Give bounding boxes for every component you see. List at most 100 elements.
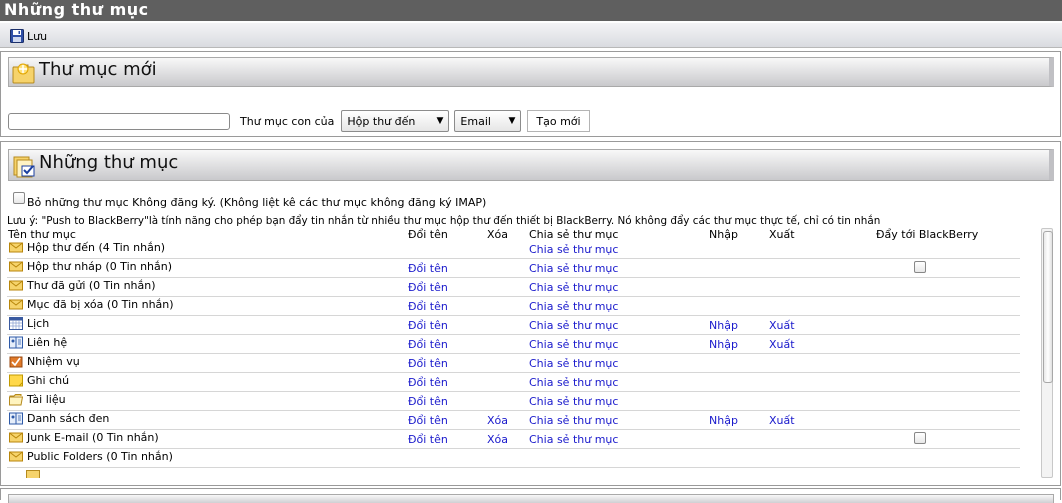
next-panel-header (8, 494, 1054, 503)
calendar-icon (9, 317, 23, 330)
table-row: Hộp thư đến (4 Tin nhắn) Chia sẻ thư mục (7, 240, 1020, 259)
folder-name-cell[interactable]: Ghi chú (9, 374, 69, 387)
rename-link[interactable]: Đổi tên (408, 357, 448, 370)
share-folder-link[interactable]: Chia sẻ thư mục (529, 376, 618, 389)
envelope-icon (9, 298, 23, 311)
rename-link[interactable]: Đổi tên (408, 262, 448, 275)
share-folder-link[interactable]: Chia sẻ thư mục (529, 395, 618, 408)
table-row: Public Folders (0 Tin nhắn) (7, 449, 1020, 468)
push-blackberry-checkbox[interactable] (914, 432, 926, 444)
envelope-icon (9, 450, 23, 463)
import-link[interactable]: Nhập (709, 338, 738, 351)
envelope-icon (9, 260, 23, 273)
rename-link[interactable]: Đổi tên (408, 338, 448, 351)
folder-name-cell[interactable]: Nhiệm vụ (9, 355, 80, 368)
folder-name-cell[interactable]: Danh sách đen (9, 412, 109, 425)
rename-link[interactable]: Đổi tên (408, 433, 448, 446)
share-folder-link[interactable]: Chia sẻ thư mục (529, 243, 618, 256)
folders-header: Những thư mục (8, 149, 1054, 181)
rename-link[interactable]: Đổi tên (408, 414, 448, 427)
share-folder-link[interactable]: Chia sẻ thư mục (529, 300, 618, 313)
new-folder-icon (12, 63, 35, 84)
folder-name: Thư đã gửi (0 Tin nhắn) (27, 279, 156, 292)
new-folder-header: Thư mục mới (8, 57, 1054, 87)
folder-name-cell[interactable]: Junk E-mail (0 Tin nhắn) (9, 431, 159, 444)
unsubscribed-label: Bỏ những thư mục Không đăng ký. (Không l… (27, 196, 487, 209)
parent-folder-label: Thư mục con của (240, 114, 335, 128)
folder-name: Hộp thư đến (4 Tin nhắn) (27, 241, 166, 254)
share-folder-link[interactable]: Chia sẻ thư mục (529, 262, 618, 275)
envelope-icon (9, 431, 23, 444)
import-link[interactable]: Nhập (709, 414, 738, 427)
folder-list-scrollbar[interactable] (1041, 228, 1053, 478)
delete-link[interactable]: Xóa (487, 433, 508, 446)
envelope-icon (9, 279, 23, 292)
scrollbar-thumb[interactable] (1043, 231, 1053, 383)
new-folder-form: Thư mục con của Hộp thư đến ▼ Email ▼ Tạ… (8, 110, 590, 132)
address-book-icon (9, 336, 23, 349)
folder-name-cell[interactable]: Thư đã gửi (0 Tin nhắn) (9, 279, 156, 292)
folder-name-cell[interactable]: Hộp thư nháp (0 Tin nhắn) (9, 260, 172, 273)
folder-name-cell[interactable]: Liên hệ (9, 336, 67, 349)
export-link[interactable]: Xuất (769, 414, 795, 427)
save-label: Lưu (27, 29, 48, 43)
share-folder-link[interactable]: Chia sẻ thư mục (529, 319, 618, 332)
table-row: Liên hệ Đổi tên Chia sẻ thư mục Nhập Xuất (7, 335, 1020, 354)
parent-folder-value: Hộp thư đến (347, 114, 416, 128)
folder-name-input[interactable] (8, 112, 230, 130)
floppy-disk-icon (10, 29, 24, 43)
rename-link[interactable]: Đổi tên (408, 376, 448, 389)
table-row: Danh sách đen Đổi tên Xóa Chia sẻ thư mục Nh… (7, 411, 1020, 430)
push-note: Lưu ý: "Push to BlackBerry"là tính năng … (7, 215, 881, 227)
table-row: Tài liệu Đổi tên Chia sẻ thư mục (7, 392, 1020, 411)
folder-name: Tài liệu (27, 393, 66, 406)
share-folder-link[interactable]: Chia sẻ thư mục (529, 433, 618, 446)
chevron-down-icon: ▼ (508, 116, 516, 126)
window-title: Những thư mục (0, 0, 1062, 21)
push-blackberry-checkbox[interactable] (914, 261, 926, 273)
rename-link[interactable]: Đổi tên (408, 281, 448, 294)
folder-name: Liên hệ (27, 336, 68, 349)
folders-icon (13, 156, 35, 178)
import-link[interactable]: Nhập (709, 319, 738, 332)
folder-icon (26, 470, 40, 478)
rename-link[interactable]: Đổi tên (408, 319, 448, 332)
folder-name-cell[interactable]: Lịch (9, 317, 49, 330)
folder-icon (9, 393, 23, 406)
save-button[interactable]: Lưu (10, 28, 47, 44)
share-folder-link[interactable]: Chia sẻ thư mục (529, 357, 618, 370)
share-folder-link[interactable]: Chia sẻ thư mục (529, 281, 618, 294)
rename-link[interactable]: Đổi tên (408, 300, 448, 313)
export-link[interactable]: Xuất (769, 338, 795, 351)
folder-name: Lịch (27, 317, 50, 330)
clipped-row (8, 470, 1021, 478)
table-row: Ghi chú Đổi tên Chia sẻ thư mục (7, 373, 1020, 392)
folder-type-select[interactable]: Email ▼ (454, 110, 522, 132)
table-row: Nhiệm vụ Đổi tên Chia sẻ thư mục (7, 354, 1020, 373)
folder-name-cell[interactable]: Mục đã bị xóa (0 Tin nhắn) (9, 298, 174, 311)
folder-name-cell[interactable]: Hộp thư đến (4 Tin nhắn) (9, 241, 165, 254)
table-row: Thư đã gửi (0 Tin nhắn) Đổi tên Chia sẻ th… (7, 278, 1020, 297)
table-row: Mục đã bị xóa (0 Tin nhắn) Đổi tên Chia sẻ… (7, 297, 1020, 316)
folder-name: Danh sách đen (27, 412, 110, 425)
rename-link[interactable]: Đổi tên (408, 395, 448, 408)
folder-name-cell[interactable]: Public Folders (0 Tin nhắn) (9, 450, 173, 463)
toolbar: Lưu (0, 23, 1062, 48)
folder-name: Nhiệm vụ (27, 355, 80, 368)
create-folder-button[interactable]: Tạo mới (527, 110, 590, 132)
parent-folder-select[interactable]: Hộp thư đến ▼ (341, 110, 450, 132)
delete-link[interactable]: Xóa (487, 414, 508, 427)
envelope-icon (9, 241, 23, 254)
chevron-down-icon: ▼ (436, 116, 444, 126)
share-folder-link[interactable]: Chia sẻ thư mục (529, 414, 618, 427)
unsubscribed-checkbox[interactable] (13, 192, 25, 204)
share-folder-link[interactable]: Chia sẻ thư mục (529, 338, 618, 351)
folder-name-cell[interactable]: Tài liệu (9, 393, 66, 406)
note-icon (9, 374, 23, 387)
export-link[interactable]: Xuất (769, 319, 795, 332)
table-row: Hộp thư nháp (0 Tin nhắn) Đổi tên Chia sẻ … (7, 259, 1020, 278)
folder-name: Public Folders (0 Tin nhắn) (27, 450, 173, 463)
folder-name: Ghi chú (27, 374, 70, 387)
unsubscribed-option: Bỏ những thư mục Không đăng ký. (Không l… (13, 192, 486, 209)
folder-name: Mục đã bị xóa (0 Tin nhắn) (27, 298, 174, 311)
